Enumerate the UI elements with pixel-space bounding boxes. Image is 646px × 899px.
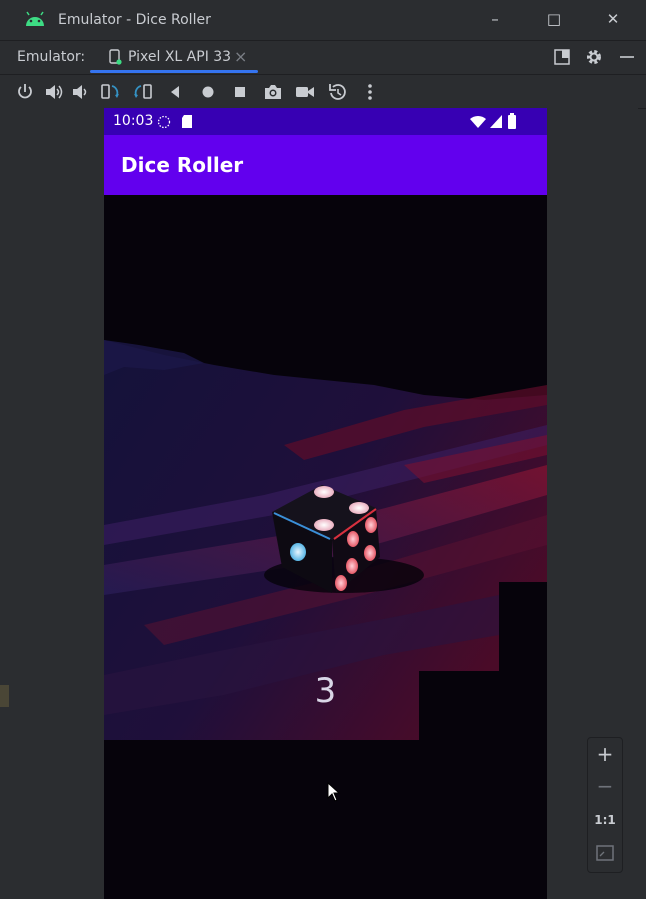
- fit-screen-icon[interactable]: [596, 845, 614, 861]
- power-icon[interactable]: [14, 81, 36, 103]
- roll-result-text: 3: [314, 671, 337, 711]
- tab-pixel-xl-api-33[interactable]: Pixel XL API 33 ×: [90, 41, 258, 74]
- status-time: 10:03: [113, 113, 154, 129]
- gutter-marker: [0, 685, 9, 707]
- zoom-out-button[interactable]: −: [588, 774, 622, 804]
- phone-screen[interactable]: 10:03 Dice Roller 3: [104, 108, 547, 899]
- volume-up-icon[interactable]: [43, 81, 65, 103]
- zoom-in-button[interactable]: +: [588, 742, 622, 772]
- active-tab-indicator: [90, 70, 258, 73]
- emulator-label: Emulator:: [17, 49, 86, 65]
- emulator-tab-bar: Emulator: Pixel XL API 33 ×: [0, 41, 646, 75]
- screen-record-icon[interactable]: [294, 81, 316, 103]
- zoom-controls: + − 1:1: [587, 737, 623, 873]
- actual-size-button[interactable]: 1:1: [588, 813, 622, 843]
- mouse-cursor-icon: [327, 782, 341, 802]
- close-tab-icon[interactable]: ×: [234, 47, 247, 66]
- sd-card-icon: [182, 115, 192, 128]
- overview-icon[interactable]: [229, 81, 251, 103]
- minimize-button[interactable]: –: [484, 10, 506, 30]
- app-bar: Dice Roller: [104, 135, 547, 195]
- android-icon: [26, 11, 44, 26]
- sync-icon: [157, 115, 171, 129]
- dice-image[interactable]: [104, 195, 547, 899]
- status-bar: 10:03: [104, 108, 547, 135]
- battery-icon: [508, 113, 516, 129]
- wifi-icon: [470, 115, 486, 128]
- tab-label: Pixel XL API 33: [128, 49, 232, 65]
- rotate-right-icon[interactable]: [132, 81, 154, 103]
- cell-signal-icon: [490, 115, 502, 128]
- home-icon[interactable]: [197, 81, 219, 103]
- maximize-button[interactable]: □: [543, 10, 565, 30]
- back-icon[interactable]: [164, 81, 186, 103]
- volume-down-icon[interactable]: [70, 81, 92, 103]
- window-title-bar: Emulator - Dice Roller – □ ✕: [0, 0, 646, 41]
- device-icon: [109, 49, 122, 65]
- emulator-toolbar: [0, 75, 646, 109]
- window-title: Emulator - Dice Roller: [58, 12, 211, 28]
- layout-icon[interactable]: [553, 48, 571, 66]
- more-options-icon[interactable]: [359, 81, 381, 103]
- hide-panel-icon[interactable]: [618, 48, 636, 66]
- settings-gear-icon[interactable]: [585, 48, 603, 66]
- rotate-left-icon[interactable]: [99, 81, 121, 103]
- close-window-button[interactable]: ✕: [602, 10, 624, 30]
- screenshot-icon[interactable]: [262, 81, 284, 103]
- app-title: Dice Roller: [121, 153, 244, 177]
- reset-icon[interactable]: [327, 81, 349, 103]
- dice-content: 3: [104, 195, 547, 899]
